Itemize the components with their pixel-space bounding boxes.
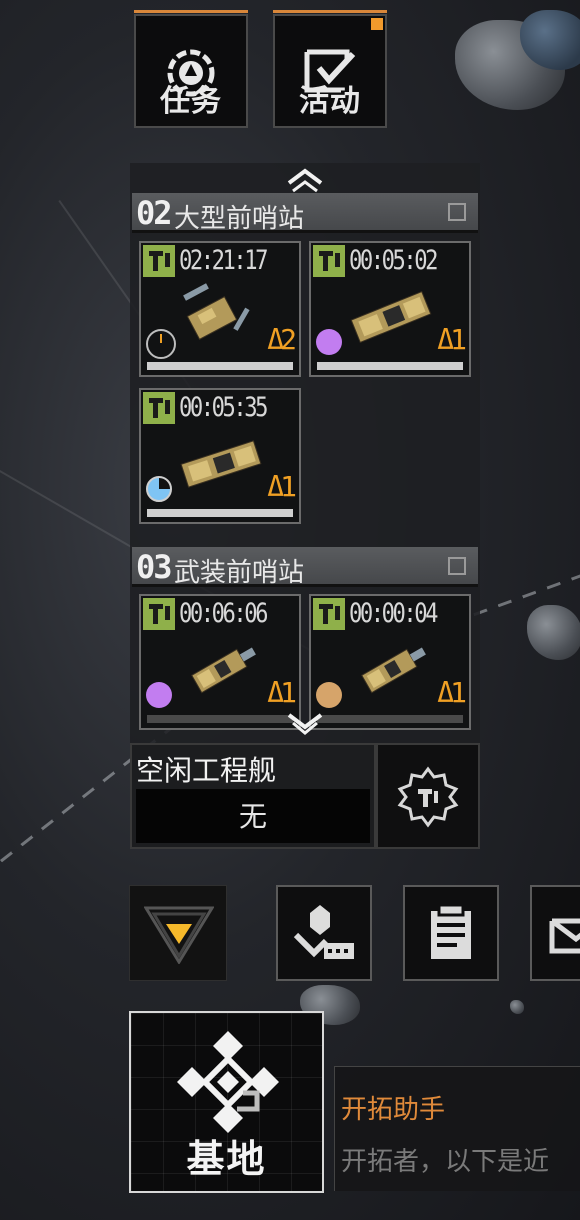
- job-timer: 00:06:06: [179, 598, 268, 629]
- map-marker-icon: [293, 905, 354, 959]
- mail-icon: [549, 918, 580, 954]
- section-name: 大型前哨站: [174, 204, 305, 234]
- construction-job-card[interactable]: 00:06:06 Δ1: [139, 594, 301, 730]
- construction-job-card[interactable]: 00:05:35 Δ1: [139, 388, 301, 524]
- job-timer: 00:05:35: [179, 392, 268, 423]
- section-number: 03: [136, 548, 173, 586]
- pioneer-assistant-panel[interactable]: 开拓助手 开拓者，以下是近: [334, 1066, 580, 1191]
- wrench-icon: [313, 245, 345, 277]
- job-progress-bar: [147, 715, 293, 723]
- collapse-button[interactable]: [129, 885, 227, 981]
- job-level: Δ2: [267, 323, 297, 356]
- job-progress-bar: [147, 509, 293, 517]
- status-indicator: [316, 329, 342, 355]
- ship-icon: [180, 440, 262, 488]
- activity-button[interactable]: 活动: [273, 10, 387, 128]
- wrench-icon: [313, 598, 345, 630]
- section-checkbox[interactable]: [448, 203, 466, 221]
- base-label: 基地: [186, 1137, 267, 1181]
- ship-icon: [361, 647, 426, 694]
- idle-ship-value: 无: [136, 789, 370, 843]
- job-level: Δ1: [437, 676, 467, 709]
- triangle-down-icon: [144, 906, 214, 964]
- notes-button[interactable]: [403, 885, 499, 981]
- ship-icon: [191, 647, 256, 694]
- job-level: Δ1: [267, 676, 297, 709]
- job-progress-bar: [317, 362, 463, 370]
- section-checkbox[interactable]: [448, 557, 466, 575]
- notification-badge: [371, 18, 383, 30]
- scroll-up-icon[interactable]: [285, 165, 325, 193]
- asteroid: [510, 1000, 524, 1014]
- section-header-02[interactable]: 02 大型前哨站: [132, 193, 478, 234]
- ship-icon: [183, 283, 250, 341]
- ship-icon: [350, 290, 432, 344]
- section-header-03[interactable]: 03 武装前哨站: [132, 547, 478, 588]
- construction-job-card[interactable]: 00:05:02 Δ1: [309, 241, 471, 377]
- job-level: Δ1: [267, 470, 297, 503]
- map-button[interactable]: [276, 885, 372, 981]
- mail-button[interactable]: [530, 885, 580, 981]
- wrench-icon: [143, 245, 175, 277]
- status-indicator: [316, 682, 342, 708]
- job-timer: 02:21:17: [179, 245, 268, 276]
- wrench-icon: [143, 598, 175, 630]
- assistant-message: 开拓者，以下是近: [341, 1147, 550, 1177]
- construction-queue-panel: 02 大型前哨站 02:21:17 Δ2 00:05:02 Δ1 00:05:3…: [130, 163, 480, 743]
- job-progress-bar: [317, 715, 463, 723]
- base-button[interactable]: 基地: [129, 1011, 324, 1193]
- scroll-down-icon[interactable]: [285, 711, 325, 737]
- accent-bar: [134, 10, 248, 13]
- job-progress-bar: [147, 362, 293, 370]
- assistant-title: 开拓助手: [341, 1095, 446, 1125]
- engineering-ship-button[interactable]: [376, 743, 480, 849]
- base-icon: [177, 1031, 279, 1133]
- status-indicator: [146, 476, 172, 502]
- asteroid: [527, 605, 580, 660]
- mission-label: 任务: [160, 84, 222, 119]
- status-indicator: [146, 682, 172, 708]
- document-icon: [431, 903, 471, 959]
- idle-ship-title: 空闲工程舰: [136, 754, 277, 787]
- accent-bar: [273, 10, 387, 13]
- construction-job-card[interactable]: 02:21:17 Δ2: [139, 241, 301, 377]
- mission-button[interactable]: 任务: [134, 10, 248, 128]
- section-name: 武装前哨站: [174, 558, 305, 588]
- construction-job-card[interactable]: 00:00:04 Δ1: [309, 594, 471, 730]
- section-number: 02: [136, 194, 173, 232]
- activity-label: 活动: [299, 84, 361, 119]
- status-indicator: [146, 329, 176, 359]
- job-timer: 00:00:04: [349, 598, 438, 629]
- engineering-gear-icon: [397, 766, 459, 828]
- wrench-icon: [143, 392, 175, 424]
- idle-engineering-ship-panel: 空闲工程舰 无: [130, 743, 376, 849]
- job-level: Δ1: [437, 323, 467, 356]
- job-timer: 00:05:02: [349, 245, 438, 276]
